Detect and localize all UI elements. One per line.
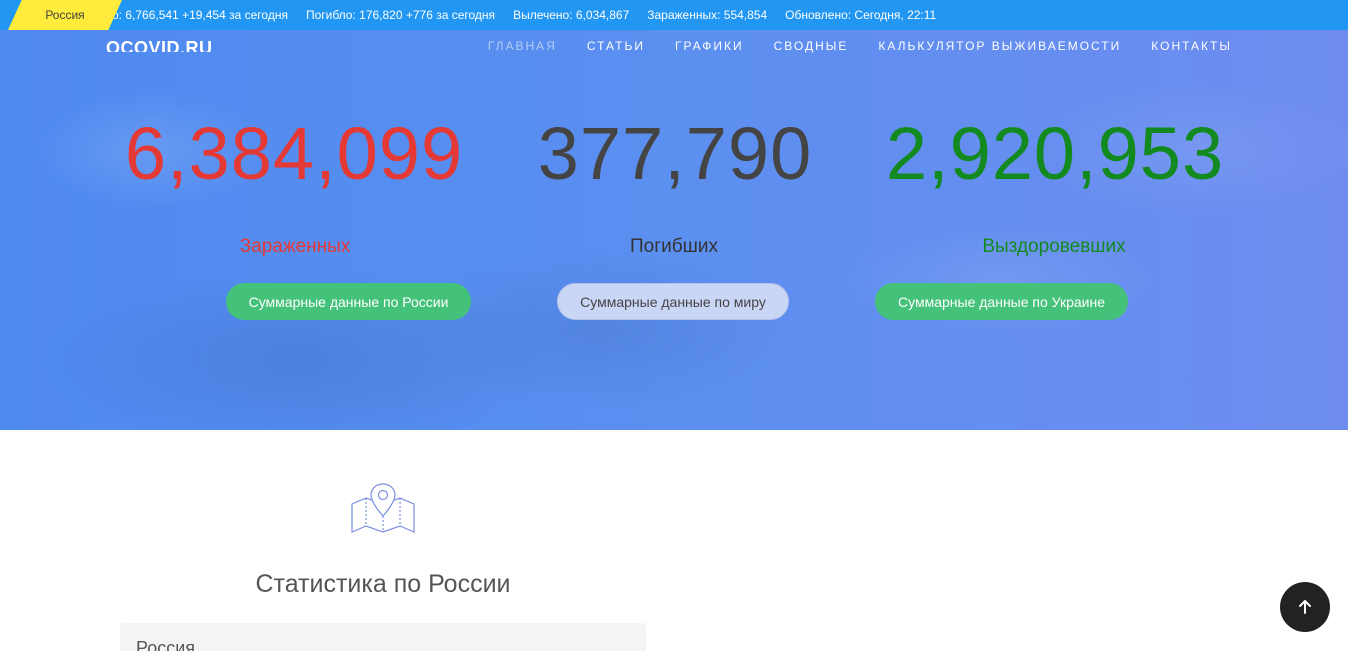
hero-background (0, 30, 1348, 430)
map-pin-icon (351, 483, 415, 533)
arrow-up-icon (1299, 600, 1311, 614)
ticker-item-active: Зараженных: 554,854 (647, 8, 768, 22)
nav-survival-calculator[interactable]: КАЛЬКУЛЯТОР ВЫЖИВАЕМОСТИ (878, 39, 1121, 53)
country-select-value: Россия (136, 638, 196, 651)
nav-home[interactable]: ГЛАВНАЯ (488, 39, 557, 53)
site-logo[interactable]: OCOVID.RU (106, 38, 213, 52)
infected-label: Зараженных (239, 236, 351, 257)
russia-summary-button[interactable]: Суммарные данные по России (226, 283, 471, 320)
ticker-item-cases: о: 6,766,541 +19,454 за сегодня (112, 8, 288, 22)
main-nav: ГЛАВНАЯ СТАТЬИ ГРАФИКИ СВОДНЫЕ КАЛЬКУЛЯТ… (488, 39, 1232, 53)
deaths-label: Погибших (629, 236, 718, 257)
infected-count: 6,384,099 (124, 112, 464, 195)
ticker-item-updated: Обновлено: Сегодня, 22:11 (785, 8, 937, 22)
recovered-count: 2,920,953 (885, 112, 1225, 195)
ticker-items: о: 6,766,541 +19,454 за сегодня Погибло:… (112, 0, 936, 30)
stat-deaths: 377,790 (485, 114, 865, 194)
recovered-label: Выздоровевших (982, 236, 1126, 257)
stat-recovered: 2,920,953 (865, 114, 1245, 194)
ticker-country-label[interactable]: Россия (8, 0, 122, 30)
nav-contacts[interactable]: КОНТАКТЫ (1151, 39, 1232, 53)
ticker-country-text: Россия (45, 8, 85, 22)
ticker-item-deaths: Погибло: 176,820 +776 за сегодня (305, 8, 496, 22)
nav-articles[interactable]: СТАТЬИ (587, 39, 645, 53)
nav-summary[interactable]: СВОДНЫЕ (774, 39, 849, 53)
ukraine-summary-button[interactable]: Суммарные данные по Украине (875, 283, 1128, 320)
back-to-top-button[interactable] (1280, 582, 1330, 632)
news-ticker: о: 6,766,541 +19,454 за сегодня Погибло:… (0, 0, 1348, 30)
section-title: Статистика по России (255, 570, 511, 598)
nav-charts[interactable]: ГРАФИКИ (675, 39, 744, 53)
world-summary-button[interactable]: Суммарные данные по миру (557, 283, 789, 320)
hero-section: OCOVID.RU ГЛАВНАЯ СТАТЬИ ГРАФИКИ СВОДНЫЕ… (0, 30, 1348, 430)
ticker-item-recovered: Вылечено: 6,034,867 (513, 8, 630, 22)
country-select[interactable]: Россия (120, 623, 646, 651)
stat-infected: 6,384,099 (104, 114, 484, 194)
deaths-count: 377,790 (537, 112, 813, 195)
